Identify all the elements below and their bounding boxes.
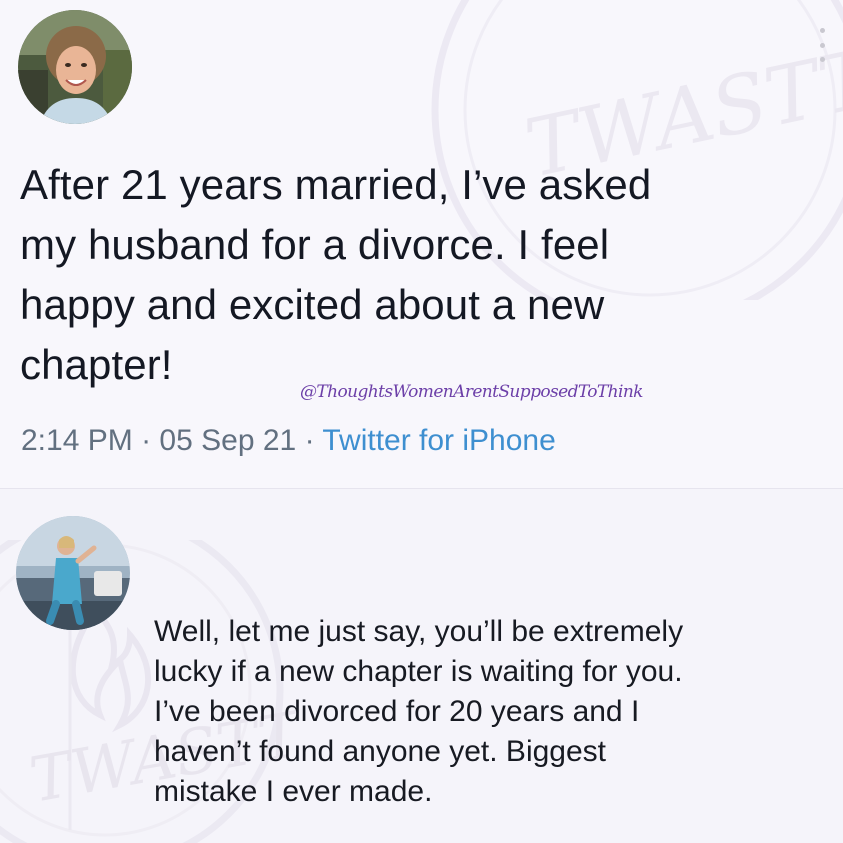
- meta-separator: ·: [141, 424, 152, 457]
- avatar[interactable]: [16, 516, 130, 630]
- avatar[interactable]: [18, 10, 132, 124]
- reply-text: Well, let me just say, you’ll be extreme…: [154, 615, 684, 808]
- tweet-text: After 21 years married, I’ve asked my hu…: [20, 161, 652, 388]
- profile-photo-icon: [16, 516, 130, 630]
- profile-photo-icon: [18, 10, 132, 124]
- tweet-time: 2:14 PM: [21, 424, 133, 457]
- tweet-source-link[interactable]: Twitter for iPhone: [322, 424, 555, 457]
- tweet-date[interactable]: 05 Sep 21: [159, 424, 296, 457]
- vertical-ellipsis-icon[interactable]: [816, 28, 828, 62]
- meta-separator: ·: [304, 424, 315, 457]
- account-handle-overlay: @ThoughtsWomenArentSupposedToThink: [300, 382, 643, 402]
- tweet-meta: 2:14 PM · 05 Sep 21 · Twitter for iPhone: [21, 421, 556, 461]
